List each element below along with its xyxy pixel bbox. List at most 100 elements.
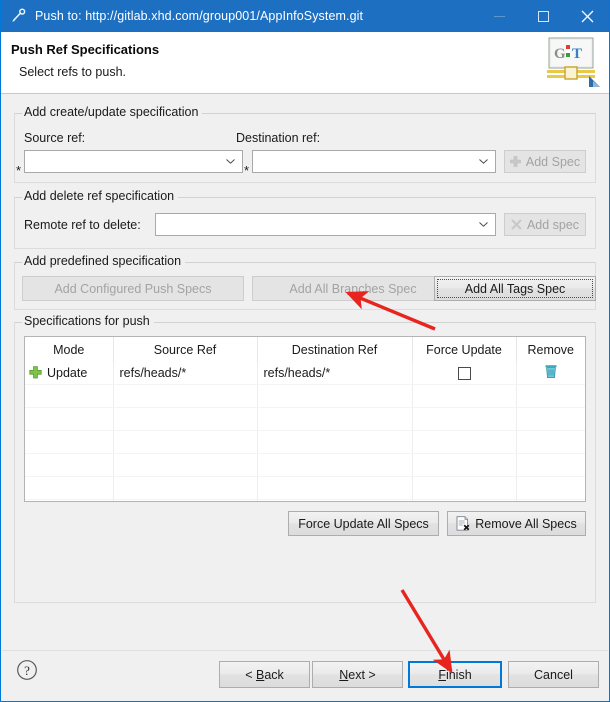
add-all-tags-spec-label: Add All Tags Spec [464, 281, 566, 296]
minimize-button[interactable] [477, 0, 521, 32]
table-row[interactable] [25, 499, 585, 501]
cell-mode [25, 384, 114, 408]
add-configured-push-specs-button[interactable]: Add Configured Push Specs [22, 276, 244, 301]
cell-source-ref [113, 384, 258, 408]
table-row[interactable] [25, 384, 585, 408]
cell-remove [516, 407, 585, 431]
plus-icon [510, 156, 521, 167]
cell-force-update [412, 476, 517, 500]
specifications-table[interactable]: Mode Source Ref Destination Ref Force Up… [24, 336, 586, 502]
push-branch-icon [10, 7, 27, 25]
next-button[interactable]: Next > [312, 661, 403, 688]
trash-icon[interactable] [544, 364, 558, 379]
cell-destination-ref [257, 476, 413, 500]
cancel-button[interactable]: Cancel [508, 661, 599, 688]
cell-remove[interactable] [516, 362, 585, 385]
cell-force-update [412, 430, 517, 454]
finish-button-label: Finish [438, 667, 472, 682]
add-all-tags-spec-button[interactable]: Add All Tags Spec [434, 276, 596, 301]
cell-source-ref [113, 407, 258, 431]
svg-text:T: T [572, 46, 582, 62]
table-header-row: Mode Source Ref Destination Ref Force Up… [25, 337, 585, 362]
title-bar: Push to: http://gitlab.xhd.com/group001/… [1, 0, 609, 32]
close-icon [581, 10, 593, 22]
help-icon[interactable]: ? [16, 659, 38, 681]
column-header-source-ref[interactable]: Source Ref [113, 337, 258, 362]
column-header-remove[interactable]: Remove [516, 337, 585, 362]
cell-force-update [412, 384, 517, 408]
maximize-icon [537, 10, 549, 22]
x-icon [511, 219, 522, 230]
cell-destination-ref [257, 499, 413, 501]
specifications-group: Specifications for push Mode Source Ref [14, 314, 596, 603]
table-row[interactable]: Update refs/heads/* refs/heads/* [25, 362, 585, 385]
cell-remove [516, 430, 585, 454]
remove-all-specs-button[interactable]: Remove All Specs [447, 511, 586, 536]
maximize-button[interactable] [521, 0, 565, 32]
delete-ref-group: Add delete ref specification Remote ref … [14, 189, 596, 249]
close-button[interactable] [565, 0, 609, 32]
green-plus-icon [29, 366, 42, 379]
chevron-down-icon [226, 159, 235, 164]
cell-destination-ref [257, 407, 413, 431]
column-header-mode[interactable]: Mode [25, 337, 114, 362]
add-all-branches-spec-label: Add All Branches Spec [289, 281, 417, 296]
wizard-header: Push Ref Specifications Select refs to p… [1, 32, 609, 94]
window-title: Push to: http://gitlab.xhd.com/group001/… [35, 9, 364, 23]
cell-destination-ref [257, 384, 413, 408]
git-logo: G T [543, 36, 601, 88]
force-update-checkbox[interactable] [457, 367, 471, 381]
cell-mode [25, 499, 114, 501]
force-update-all-specs-label: Force Update All Specs [298, 516, 429, 531]
cell-source-ref [113, 430, 258, 454]
chevron-down-icon [479, 159, 488, 164]
cell-mode-text: Update [47, 366, 88, 380]
add-delete-spec-button[interactable]: Add spec [504, 213, 586, 236]
remove-all-icon [456, 516, 470, 531]
force-update-all-specs-button[interactable]: Force Update All Specs [288, 511, 439, 536]
cell-remove [516, 453, 585, 477]
remove-all-specs-label: Remove All Specs [475, 516, 577, 531]
cell-remove [516, 384, 585, 408]
specifications-group-legend: Specifications for push [22, 314, 154, 328]
destination-ref-required-marker: * [244, 163, 250, 178]
create-update-group-legend: Add create/update specification [22, 105, 203, 119]
cancel-button-label: Cancel [534, 667, 573, 682]
cell-mode [25, 453, 114, 477]
back-button[interactable]: < Back [219, 661, 310, 688]
cell-source-ref [113, 499, 258, 501]
page-title: Push Ref Specifications [11, 42, 160, 57]
delete-ref-group-legend: Add delete ref specification [22, 189, 179, 203]
add-spec-button[interactable]: Add Spec [504, 150, 586, 173]
column-header-destination-ref[interactable]: Destination Ref [257, 337, 413, 362]
push-dialog-window: Push to: http://gitlab.xhd.com/group001/… [0, 0, 610, 702]
column-header-force-update[interactable]: Force Update [412, 337, 517, 362]
cell-destination-ref [257, 453, 413, 477]
table-row[interactable] [25, 453, 585, 477]
cell-destination-ref: refs/heads/* [257, 362, 413, 385]
finish-button[interactable]: Finish [408, 661, 502, 688]
cell-force-update [412, 499, 517, 501]
destination-ref-label: Destination ref: [236, 131, 321, 145]
add-all-branches-spec-button[interactable]: Add All Branches Spec [252, 276, 454, 301]
source-ref-combo[interactable] [24, 150, 243, 173]
back-button-label: < Back [245, 667, 284, 682]
cell-source-ref [113, 476, 258, 500]
page-subtitle: Select refs to push. [19, 65, 127, 79]
table-row[interactable] [25, 476, 585, 500]
cell-force-update [412, 453, 517, 477]
table-row[interactable] [25, 407, 585, 431]
remote-ref-combo[interactable] [155, 213, 496, 236]
add-configured-push-specs-label: Add Configured Push Specs [54, 281, 212, 296]
cell-force-update[interactable] [412, 362, 517, 385]
cell-mode [25, 407, 114, 431]
next-button-label: Next > [339, 667, 376, 682]
source-ref-label: Source ref: [24, 131, 86, 145]
cell-remove [516, 499, 585, 501]
cell-force-update [412, 407, 517, 431]
dialog-content: Add create/update specification Source r… [2, 95, 608, 650]
table-row[interactable] [25, 430, 585, 454]
cell-mode [25, 430, 114, 454]
destination-ref-combo[interactable] [252, 150, 496, 173]
remote-ref-label: Remote ref to delete: [24, 218, 141, 232]
